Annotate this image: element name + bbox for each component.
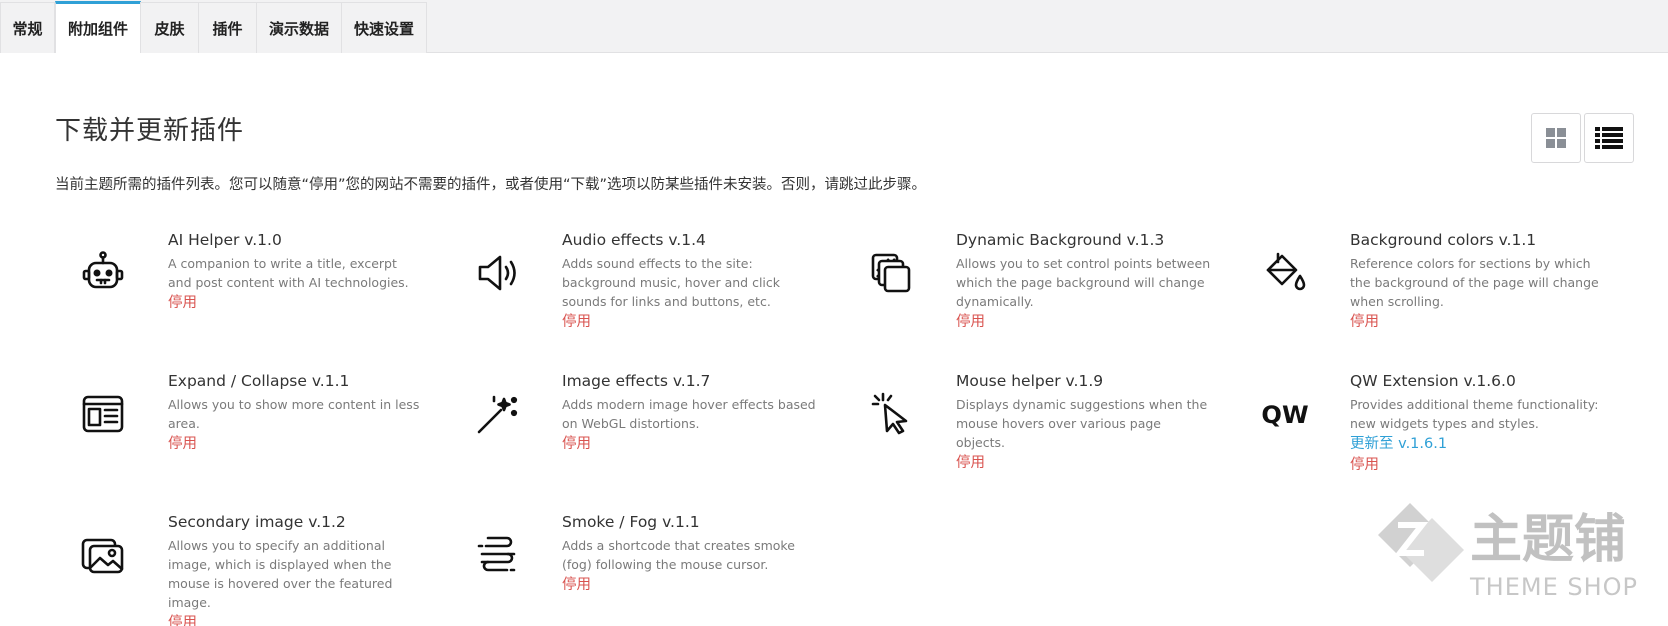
plugin-description: Adds a shortcode that creates smoke (fog… [562, 538, 795, 572]
disable-link[interactable]: 停用 [1350, 312, 1668, 332]
plugin-description: Displays dynamic suggestions when the mo… [956, 397, 1208, 450]
tab-demo-data[interactable]: 演示数据 [256, 2, 342, 53]
svg-text:QW: QW [1261, 401, 1308, 429]
list-view-button[interactable] [1584, 113, 1634, 163]
plugin-description: Allows you to set control points between… [956, 256, 1211, 309]
paint-bucket-icon [1260, 248, 1310, 298]
tab-bar: 常规 附加组件 皮肤 插件 演示数据 快速设置 [0, 0, 1668, 53]
plugin-description: Adds modern image hover effects based on… [562, 397, 816, 431]
plugin-card-smoke-fog: Smoke / Fog v.1.1 Adds a shortcode that … [477, 512, 942, 595]
watermark-tagline: THEME SHOP [1469, 573, 1638, 601]
tab-skins[interactable]: 皮肤 [140, 2, 199, 53]
grid-view-button[interactable] [1531, 113, 1581, 163]
fog-icon [472, 530, 522, 580]
plugin-description: Allows you to specify an additional imag… [168, 538, 393, 610]
list-icon [1595, 127, 1623, 149]
plugin-name: Background colors v.1.1 [1350, 231, 1537, 249]
plugin-card-background-colors: Background colors v.1.1 Reference colors… [1266, 230, 1668, 332]
watermark-brand: 主题铺 [1470, 510, 1626, 570]
robot-icon [78, 248, 128, 298]
plugin-description: A companion to write a title, excerpt an… [168, 256, 409, 290]
plugin-description: Reference colors for sections by which t… [1350, 256, 1599, 309]
plugin-description: Provides additional theme functionality:… [1350, 397, 1599, 431]
images-icon [78, 530, 128, 580]
plugin-description: Allows you to show more content in less … [168, 397, 420, 431]
layers-icon [866, 248, 916, 298]
cursor-click-icon [866, 389, 916, 439]
tab-plugins[interactable]: 插件 [198, 2, 257, 53]
tab-general[interactable]: 常规 [0, 2, 55, 53]
magic-wand-icon [472, 389, 522, 439]
article-icon [78, 389, 128, 439]
disable-link[interactable]: 停用 [956, 453, 1336, 473]
plugin-name: Expand / Collapse v.1.1 [168, 372, 350, 390]
plugin-name: AI Helper v.1.0 [168, 231, 282, 249]
page-title: 下载并更新插件 [55, 116, 245, 146]
disable-link[interactable]: 停用 [562, 575, 942, 595]
speaker-icon [472, 248, 522, 298]
plugin-name: Smoke / Fog v.1.1 [562, 513, 700, 531]
update-link[interactable]: 更新至 v.1.6.1 [1350, 434, 1668, 454]
watermark-logo: 主题铺 THEME SHOP [1370, 495, 1650, 620]
plugin-name: Dynamic Background v.1.3 [956, 231, 1165, 249]
disable-link[interactable]: 停用 [1350, 455, 1668, 475]
plugin-name: Secondary image v.1.2 [168, 513, 346, 531]
plugin-description: Adds sound effects to the site: backgrou… [562, 256, 780, 309]
plugin-name: Audio effects v.1.4 [562, 231, 706, 249]
tab-addons[interactable]: 附加组件 [55, 1, 141, 53]
page-description: 当前主题所需的插件列表。您可以随意“停用”您的网站不需要的插件，或者使用“下载”… [55, 177, 927, 193]
disable-link[interactable]: 停用 [168, 613, 548, 626]
qw-logo-icon: QW [1260, 389, 1310, 439]
grid-icon [1546, 128, 1566, 148]
disable-link[interactable]: 停用 [562, 312, 942, 332]
plugin-name: QW Extension v.1.6.0 [1350, 372, 1516, 390]
tab-quick-setup[interactable]: 快速设置 [341, 2, 427, 53]
plugin-card-qw-extension: QW QW Extension v.1.6.0 Provides additio… [1261, 371, 1668, 475]
plugin-name: Mouse helper v.1.9 [956, 372, 1104, 390]
plugin-name: Image effects v.1.7 [562, 372, 711, 390]
disable-link[interactable]: 停用 [956, 312, 1336, 332]
